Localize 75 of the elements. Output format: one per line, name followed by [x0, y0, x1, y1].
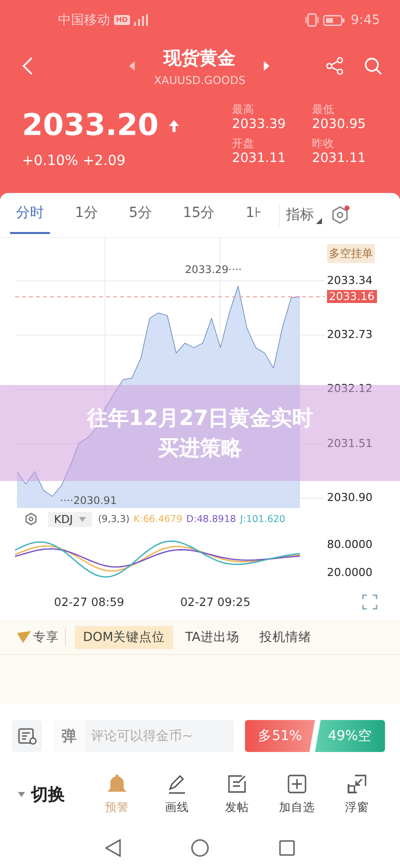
stat-label: 昨收 — [312, 136, 335, 150]
signal-icon — [134, 14, 148, 26]
next-icon[interactable] — [263, 60, 270, 72]
toolbar-button[interactable]: 发帖 — [207, 774, 267, 815]
exclusive-tab[interactable]: TA进出场 — [177, 626, 248, 648]
float-window-icon — [347, 774, 367, 794]
caret-icon — [18, 792, 25, 797]
pen-icon — [167, 774, 187, 794]
indicator-value: D:48.8918 — [186, 514, 236, 524]
time-label: 02-27 09:25 — [180, 595, 250, 609]
back-icon[interactable] — [105, 839, 121, 857]
recent-apps-icon[interactable] — [279, 840, 295, 856]
page-title: 现货黄金 — [164, 46, 236, 70]
caret-icon — [316, 218, 322, 224]
stat-value: 2033.39 — [232, 117, 287, 132]
up-arrow-icon — [168, 120, 179, 132]
vibrate-icon — [304, 13, 319, 27]
stat-value: 2031.11 — [312, 150, 367, 166]
stat-label: 最高 — [232, 102, 255, 117]
stat-label: 最低 — [312, 102, 335, 117]
share-icon[interactable] — [326, 55, 344, 77]
switch-button[interactable]: 切换 — [18, 783, 65, 806]
document-settings-icon[interactable] — [12, 720, 42, 752]
period-tab[interactable]: 5分 — [122, 196, 158, 234]
clock-time: 9:45 — [350, 12, 380, 28]
banner-title: 往年12月27日黄金实时买进策略 — [86, 404, 314, 462]
period-tab[interactable]: 分时 — [10, 196, 50, 234]
axis-label: 20.0000 — [327, 566, 372, 578]
indicator-dropdown[interactable]: 指标 — [286, 206, 322, 224]
home-icon[interactable] — [191, 839, 209, 857]
bullish-share: 多51% — [245, 720, 315, 752]
toolbar-button[interactable]: 加自选 — [267, 774, 327, 815]
fullscreen-icon[interactable] — [362, 594, 378, 610]
edit-note-icon — [227, 774, 247, 794]
toolbar-button[interactable]: 浮窗 — [327, 774, 387, 815]
search-icon[interactable] — [364, 55, 382, 77]
axis-label: 2032.73 — [327, 328, 372, 342]
comment-input[interactable]: 评论可以得金币~ — [85, 720, 234, 752]
high-marker: 2033.29···· — [185, 264, 242, 276]
settings-icon[interactable] — [24, 512, 38, 526]
exclusive-label: 专享 — [33, 628, 59, 646]
previous-icon[interactable] — [129, 60, 136, 72]
axis-label: 2030.90 — [327, 491, 372, 504]
caret-icon — [78, 516, 86, 522]
battery-icon — [322, 14, 345, 26]
period-tab[interactable]: 1⊦ — [240, 197, 268, 233]
axis-label: 80.0000 — [327, 538, 372, 550]
settings-icon[interactable] — [330, 205, 350, 225]
exclusive-tab[interactable]: 投机情绪 — [251, 626, 320, 648]
symbol-code: XAUUSD.GOODS — [154, 74, 246, 86]
price-change: +0.10% +2.09 — [22, 153, 127, 169]
toolbar-button[interactable]: 画线 — [147, 774, 207, 815]
stat-value: 2030.95 — [312, 117, 367, 132]
bell-icon — [107, 774, 127, 794]
stat-value: 2031.11 — [232, 150, 287, 166]
carrier-name: 中国移动 — [58, 12, 110, 29]
indicator-params: (9,3,3) — [98, 514, 130, 524]
add-box-icon — [287, 774, 307, 794]
back-icon[interactable] — [22, 54, 34, 78]
axis-label: 2033.34 — [327, 274, 372, 287]
axis-label: 2031.51 — [327, 436, 372, 450]
indicator-value: K:66.4679 — [134, 514, 182, 524]
period-tab[interactable]: 1分 — [69, 196, 104, 234]
indicator-select[interactable]: KDJ — [48, 512, 92, 526]
exclusive-tab[interactable]: DOM关键点位 — [75, 626, 174, 648]
period-tab[interactable]: 15分 — [176, 196, 221, 234]
bearish-share: 49%空 — [315, 720, 385, 752]
time-label: 02-27 08:59 — [54, 595, 124, 609]
current-price-tag: 2033.16 — [327, 290, 376, 303]
indicator-value: J:101.620 — [240, 514, 286, 524]
axis-label: 2032.12 — [327, 382, 372, 396]
current-price: 2033.20 — [22, 108, 159, 143]
orders-button[interactable]: 多空挂单 — [327, 244, 375, 263]
stat-label: 开盘 — [232, 136, 255, 150]
low-marker: ····2030.91 — [60, 495, 117, 507]
